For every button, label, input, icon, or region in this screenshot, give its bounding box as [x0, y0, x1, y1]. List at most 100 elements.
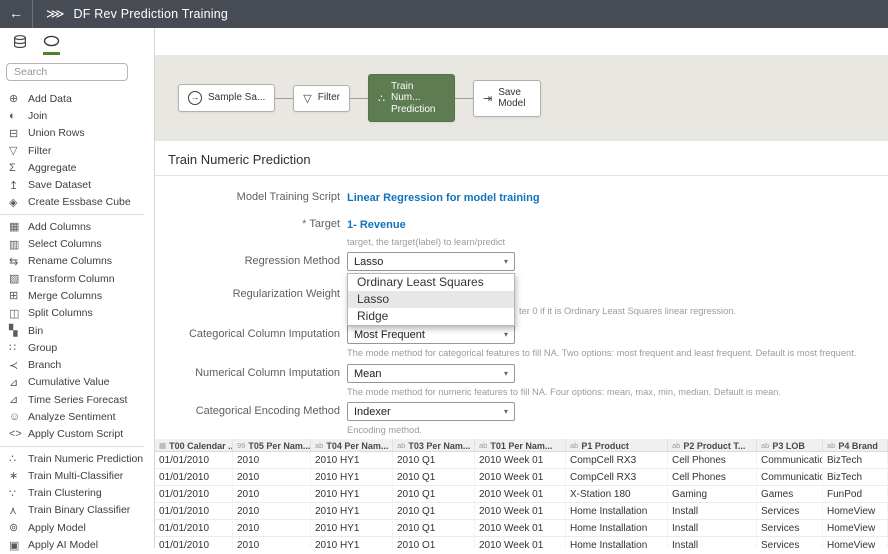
table-cell: 2010 HY1: [311, 537, 393, 548]
categorical-imputation-select[interactable]: Most Frequent ▾: [347, 325, 515, 344]
column-header: ab P3 LOB: [757, 439, 823, 452]
sidebar-item-train-binary-classifier[interactable]: ⋏ Train Binary Classifier: [0, 502, 154, 519]
sidebar-item-train-numeric-prediction[interactable]: ∴ Train Numeric Prediction: [0, 450, 154, 467]
sidebar-item-rename-columns[interactable]: ⇆ Rename Columns: [0, 253, 154, 270]
tab-data[interactable]: [13, 35, 27, 55]
table-cell: Games: [757, 486, 823, 503]
sidebar-item-train-clustering[interactable]: ∵ Train Clustering: [0, 485, 154, 502]
sidebar-item-select-columns[interactable]: ▥ Select Columns: [0, 235, 154, 252]
table-cell: Services: [757, 537, 823, 548]
forecast-chart-icon: ⊿: [9, 393, 28, 406]
table-cell: 2010: [233, 520, 311, 537]
column-header: ab T04 Per Nam...: [311, 439, 393, 452]
flow-node-sample-data[interactable]: → Sample Sa...: [178, 84, 275, 112]
table-cell: BizTech: [823, 469, 888, 486]
sidebar-item-create-essbase-cube[interactable]: ◈ Create Essbase Cube: [0, 194, 154, 211]
sidebar-item-save-dataset[interactable]: ↥ Save Dataset: [0, 176, 154, 193]
sidebar-item-time-series-forecast[interactable]: ⊿ Time Series Forecast: [0, 391, 154, 408]
regression-method-dropdown: Ordinary Least Squares Lasso Ridge: [347, 273, 515, 326]
sidebar-item-branch[interactable]: ≺ Branch: [0, 356, 154, 373]
select-columns-icon: ▥: [9, 238, 28, 251]
column-header: 99 T05 Per Nam...: [233, 439, 311, 452]
flow-node-filter[interactable]: ▽ Filter: [293, 85, 350, 112]
table-cell: 2010: [233, 469, 311, 486]
sidebar-item-label: Train Numeric Prediction: [28, 453, 143, 465]
table-cell: HomeView: [823, 503, 888, 520]
table-cell: Home Installation: [566, 537, 668, 548]
table-cell: 2010 HY1: [311, 486, 393, 503]
binary-classifier-icon: ⋏: [9, 504, 28, 517]
sidebar-item-analyze-sentiment[interactable]: ☺ Analyze Sentiment: [0, 408, 154, 425]
sidebar-item-label: Filter: [28, 145, 51, 157]
table-row: 01/01/2010 2010 2010 HY1 2010 Q1 2010 We…: [155, 486, 888, 503]
sidebar-item-label: Train Binary Classifier: [28, 504, 130, 516]
dropdown-option[interactable]: Ridge: [348, 308, 514, 325]
target-label: Target: [309, 218, 340, 230]
panel-title: Train Numeric Prediction: [155, 141, 888, 176]
sidebar-item-aggregate[interactable]: Σ Aggregate: [0, 159, 154, 176]
step-list: ⊕ Add Data ◐ Join ⊟ Union Rows ▽ Filter …: [0, 90, 154, 554]
sidebar-item-merge-columns[interactable]: ⊞ Merge Columns: [0, 287, 154, 304]
tab-steps[interactable]: [43, 35, 60, 55]
table-cell: 2010 HY1: [311, 469, 393, 486]
column-header-label: T03 Per Nam...: [408, 441, 470, 451]
column-type-icon: ab: [479, 441, 487, 450]
model-training-script-link[interactable]: Linear Regression for model training: [347, 190, 540, 204]
chevron-down-icon: ▾: [504, 330, 508, 339]
sidebar-item-apply-ai-model[interactable]: ▣ Apply AI Model: [0, 536, 154, 553]
train-numeric-prediction-form: Model Training Script Linear Regression …: [155, 188, 888, 435]
sidebar-item-group[interactable]: ∷ Group: [0, 339, 154, 356]
table-cell: 2010: [233, 537, 311, 548]
sidebar-item-apply-custom-script[interactable]: <> Apply Custom Script: [0, 426, 154, 443]
numerical-imputation-select[interactable]: Mean ▾: [347, 364, 515, 383]
sidebar-item-split-columns[interactable]: ◫ Split Columns: [0, 305, 154, 322]
table-cell: Communication: [757, 452, 823, 469]
sidebar-item-label: Union Rows: [28, 127, 85, 139]
table-cell: 2010: [233, 503, 311, 520]
table-cell: Cell Phones: [668, 452, 757, 469]
column-type-icon: ab: [397, 441, 405, 450]
scatter-icon: ∴: [9, 452, 28, 465]
table-cell: 01/01/2010: [155, 486, 233, 503]
table-cell: 2010 Q1: [393, 520, 475, 537]
target-link[interactable]: 1- Revenue: [347, 217, 406, 231]
search-input[interactable]: [6, 63, 128, 81]
sidebar-item-label: Branch: [28, 359, 61, 371]
table-cell: 2010 Week 01: [475, 486, 566, 503]
sidebar-item-add-data[interactable]: ⊕ Add Data: [0, 90, 154, 107]
sidebar-item-train-multi-classifier[interactable]: ∗ Train Multi-Classifier: [0, 467, 154, 484]
regression-method-select[interactable]: Lasso ▾: [347, 252, 515, 271]
dropdown-option[interactable]: Ordinary Least Squares: [348, 274, 514, 291]
column-header-label: P4 Brand: [838, 441, 878, 451]
sidebar-item-add-columns[interactable]: ▦ Add Columns: [0, 218, 154, 235]
flow-canvas: → Sample Sa... ▽ Filter ∴ Train Num... P…: [155, 55, 888, 141]
sidebar-item-transform-column[interactable]: ▨ Transform Column: [0, 270, 154, 287]
model-training-script-label: Model Training Script: [155, 188, 340, 206]
table-cell: 2010 Week 01: [475, 537, 566, 548]
chevron-down-icon: ▾: [504, 257, 508, 266]
sidebar-item-union-rows[interactable]: ⊟ Union Rows: [0, 125, 154, 142]
column-header: ab P1 Product: [566, 439, 668, 452]
filter-icon: ▽: [9, 144, 28, 157]
column-header-label: T04 Per Nam...: [326, 441, 388, 451]
column-header-label: T01 Per Nam...: [490, 441, 552, 451]
categorical-encoding-select[interactable]: Indexer ▾: [347, 402, 515, 421]
sidebar-item-join[interactable]: ◐ Join: [0, 107, 154, 124]
sidebar-item-apply-model[interactable]: ⊚ Apply Model: [0, 519, 154, 536]
column-header: ▦ T00 Calendar ...: [155, 439, 233, 452]
save-dataset-icon: ↥: [9, 179, 28, 192]
sidebar-item-cumulative-value[interactable]: ⊿ Cumulative Value: [0, 374, 154, 391]
back-button[interactable]: ←: [0, 0, 33, 28]
column-header-label: P2 Product T...: [683, 441, 745, 451]
table-cell: HomeView: [823, 537, 888, 548]
sidebar-item-bin[interactable]: ▚ Bin: [0, 322, 154, 339]
dropdown-option[interactable]: Lasso: [348, 291, 514, 308]
add-data-icon: ⊕: [9, 92, 28, 105]
sidebar-item-filter[interactable]: ▽ Filter: [0, 142, 154, 159]
table-cell: 01/01/2010: [155, 537, 233, 548]
flow-node-train-numeric-prediction[interactable]: ∴ Train Num... Prediction: [368, 74, 455, 123]
add-columns-icon: ▦: [9, 220, 28, 233]
back-arrow-icon: ←: [9, 5, 23, 21]
sidebar-item-label: Group: [28, 342, 57, 354]
flow-node-save-model[interactable]: ⇥ Save Model: [473, 80, 541, 117]
